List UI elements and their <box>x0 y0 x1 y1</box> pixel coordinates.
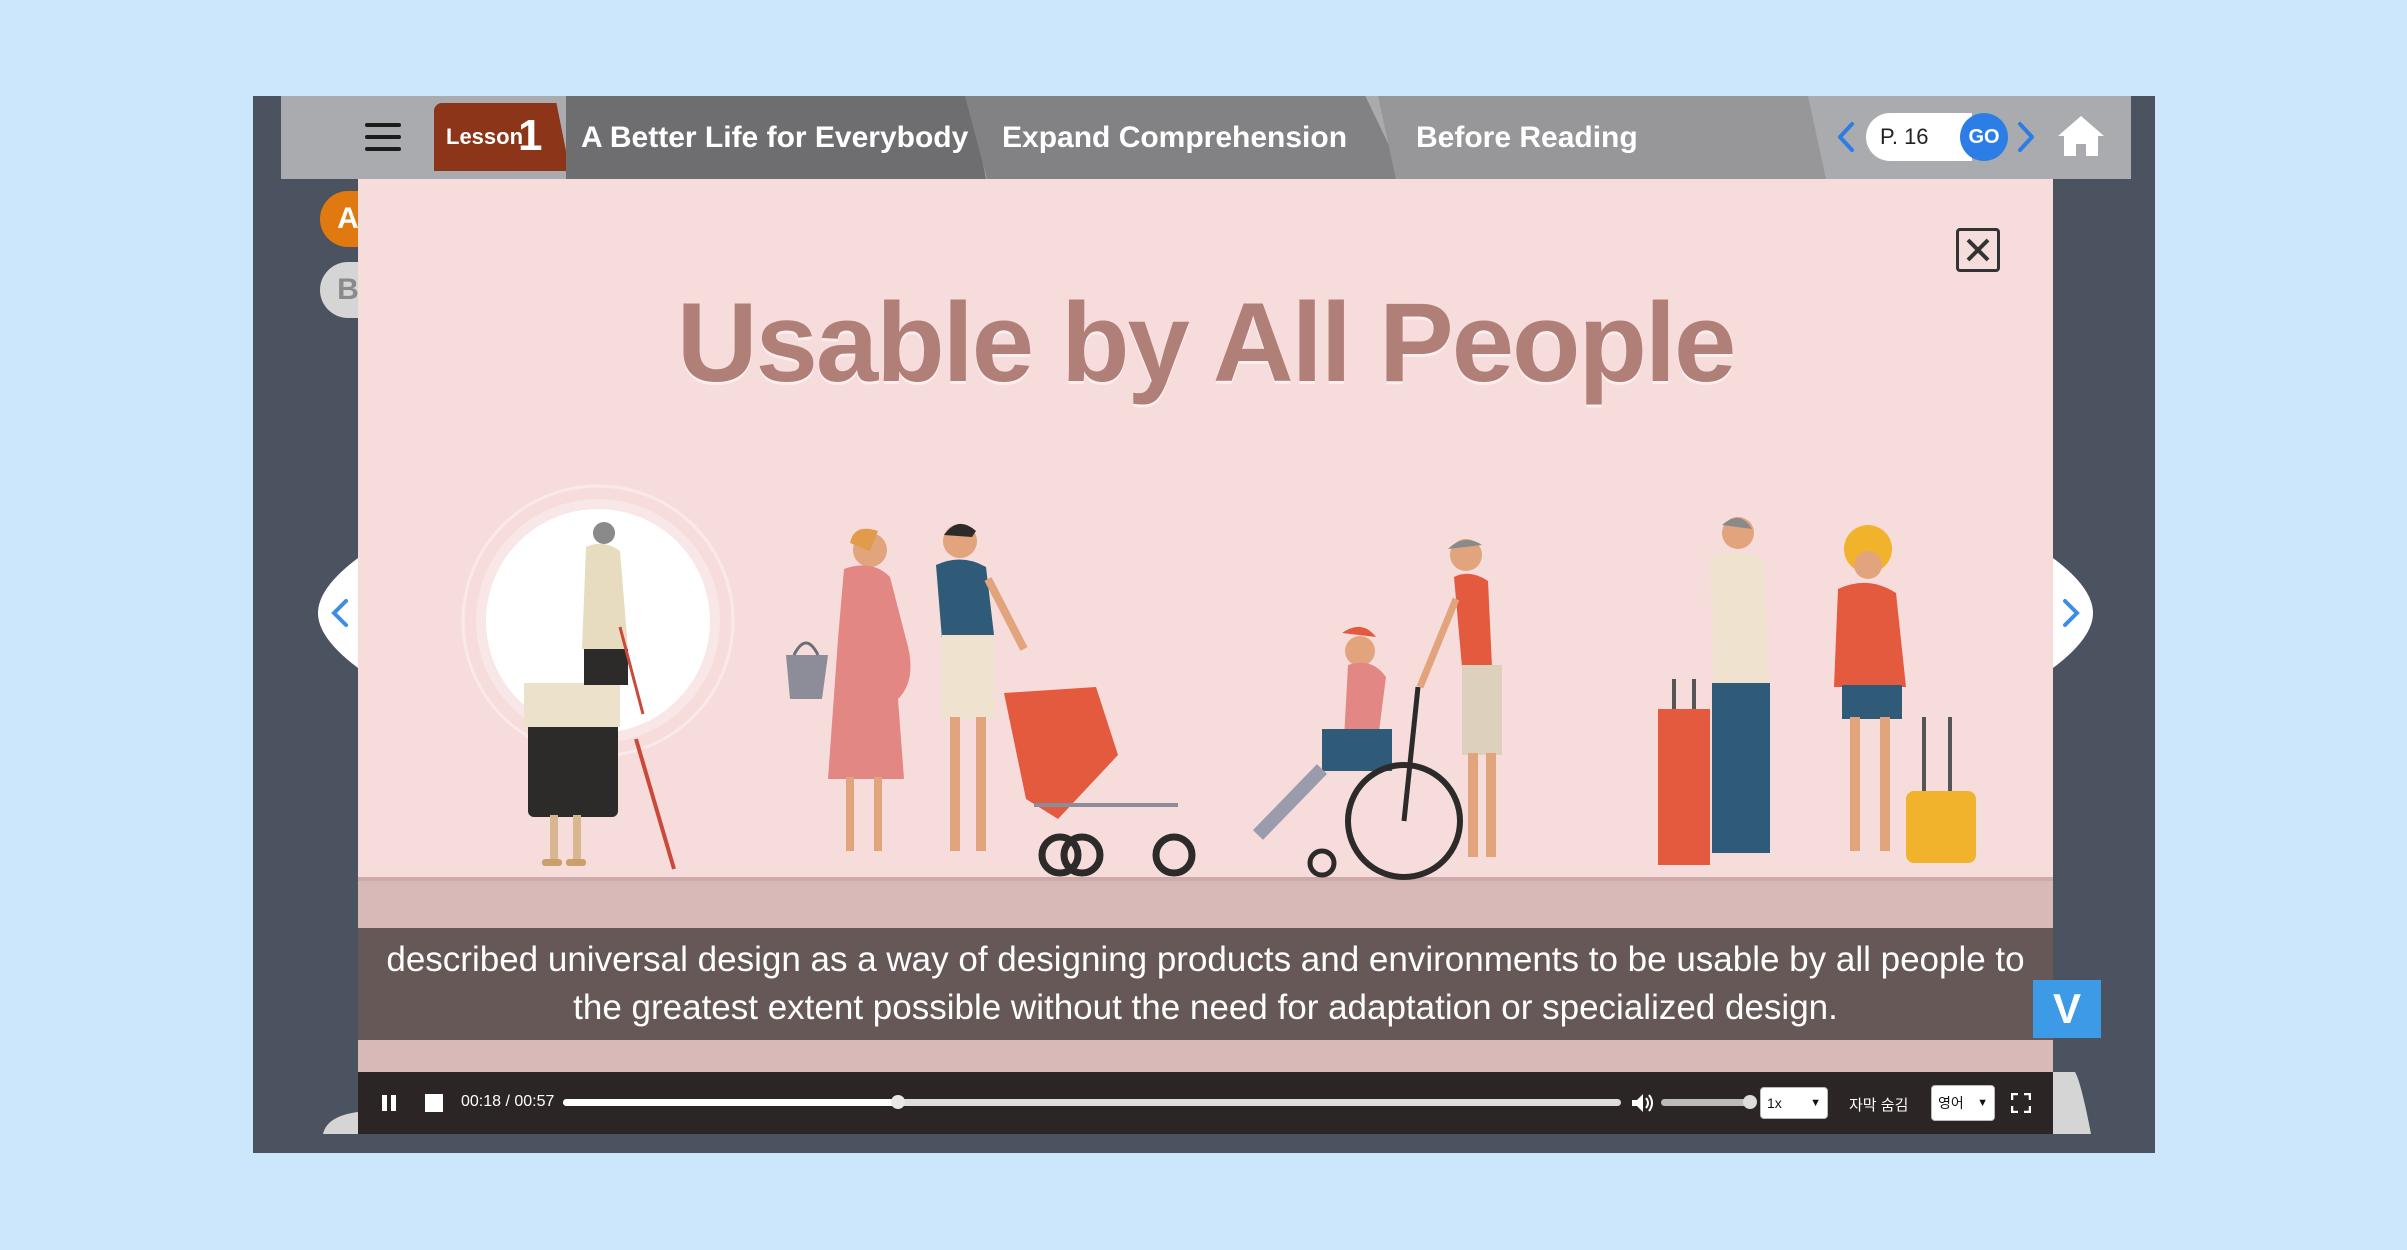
menu-icon[interactable] <box>365 121 401 153</box>
volume-icon[interactable] <box>1630 1092 1654 1114</box>
next-page-icon[interactable] <box>2014 120 2038 154</box>
go-button[interactable]: GO <box>1960 113 2008 161</box>
stroller-figure <box>1004 687 1196 877</box>
subtitle-line-1: described universal design as a way of d… <box>386 940 2025 979</box>
fullscreen-icon[interactable] <box>2011 1093 2031 1113</box>
playback-speed-select[interactable]: 1x ▼ <box>1760 1087 1828 1119</box>
close-icon <box>1966 238 1990 262</box>
volume-slider[interactable] <box>1661 1095 1757 1109</box>
stop-icon[interactable] <box>424 1093 444 1113</box>
subtitle-caption: described universal design as a way of d… <box>358 928 2053 1040</box>
elderly-woman-figure <box>461 484 735 870</box>
pause-icon[interactable] <box>380 1093 398 1113</box>
vocabulary-button[interactable]: V <box>2033 980 2101 1038</box>
subtitle-line-2: the greatest extent possible without the… <box>573 988 1838 1027</box>
right-corner-tab <box>2053 1072 2091 1134</box>
close-button[interactable] <box>1956 228 2000 272</box>
home-icon[interactable] <box>2056 114 2106 158</box>
father-figure <box>936 523 1028 851</box>
prev-slide-button[interactable] <box>318 558 358 668</box>
progress-bar[interactable] <box>563 1095 1621 1109</box>
breadcrumb-label-1: A Better Life for Everybody <box>581 121 969 154</box>
subtitle-language-select[interactable]: 영어 ▼ <box>1931 1085 1995 1121</box>
chevron-down-icon: ▼ <box>1810 1097 1821 1109</box>
lesson-number: 1 <box>518 111 543 160</box>
playback-time: 00:18 / 00:57 <box>461 1093 555 1110</box>
progress-fill <box>563 1099 899 1106</box>
traveling-couple-figure <box>1658 517 1976 865</box>
subtitle-language-value: 영어 <box>1938 1095 1964 1111</box>
chevron-down-icon: ▼ <box>1977 1097 1988 1109</box>
breadcrumb-label-3: Before Reading <box>1416 121 1638 154</box>
left-corner-tab <box>323 1112 358 1134</box>
hide-subtitles-button[interactable]: 자막 숨김 <box>1849 1094 1908 1115</box>
next-slide-button[interactable] <box>2053 558 2093 668</box>
playback-speed-value: 1x <box>1767 1095 1782 1111</box>
slide-title: Usable by All People <box>676 280 1737 405</box>
pregnant-woman-figure <box>786 528 911 851</box>
lesson-label: Lesson <box>446 124 524 149</box>
prev-page-icon[interactable] <box>1834 120 1858 154</box>
page-number-input[interactable] <box>1866 113 1972 161</box>
lesson-badge[interactable]: Lesson 1 <box>434 103 570 171</box>
volume-handle[interactable] <box>1743 1095 1757 1109</box>
breadcrumb-label-2: Expand Comprehension <box>1002 121 1348 154</box>
